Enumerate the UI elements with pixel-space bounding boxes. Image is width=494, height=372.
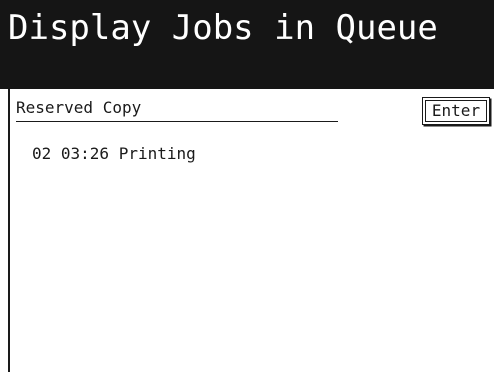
section-label-reserved-copy: Reserved Copy xyxy=(16,98,142,117)
queue-panel: Reserved Copy Enter 02 03:26 Printing xyxy=(8,89,494,372)
job-list: 02 03:26 Printing xyxy=(32,143,332,165)
enter-button[interactable]: Enter xyxy=(422,97,490,125)
job-list-item[interactable]: 02 03:26 Printing xyxy=(32,143,332,165)
enter-button-label: Enter xyxy=(425,100,487,122)
section-underline xyxy=(16,121,338,122)
title-bar: Display Jobs in Queue xyxy=(0,0,494,89)
page-title: Display Jobs in Queue xyxy=(8,8,438,48)
